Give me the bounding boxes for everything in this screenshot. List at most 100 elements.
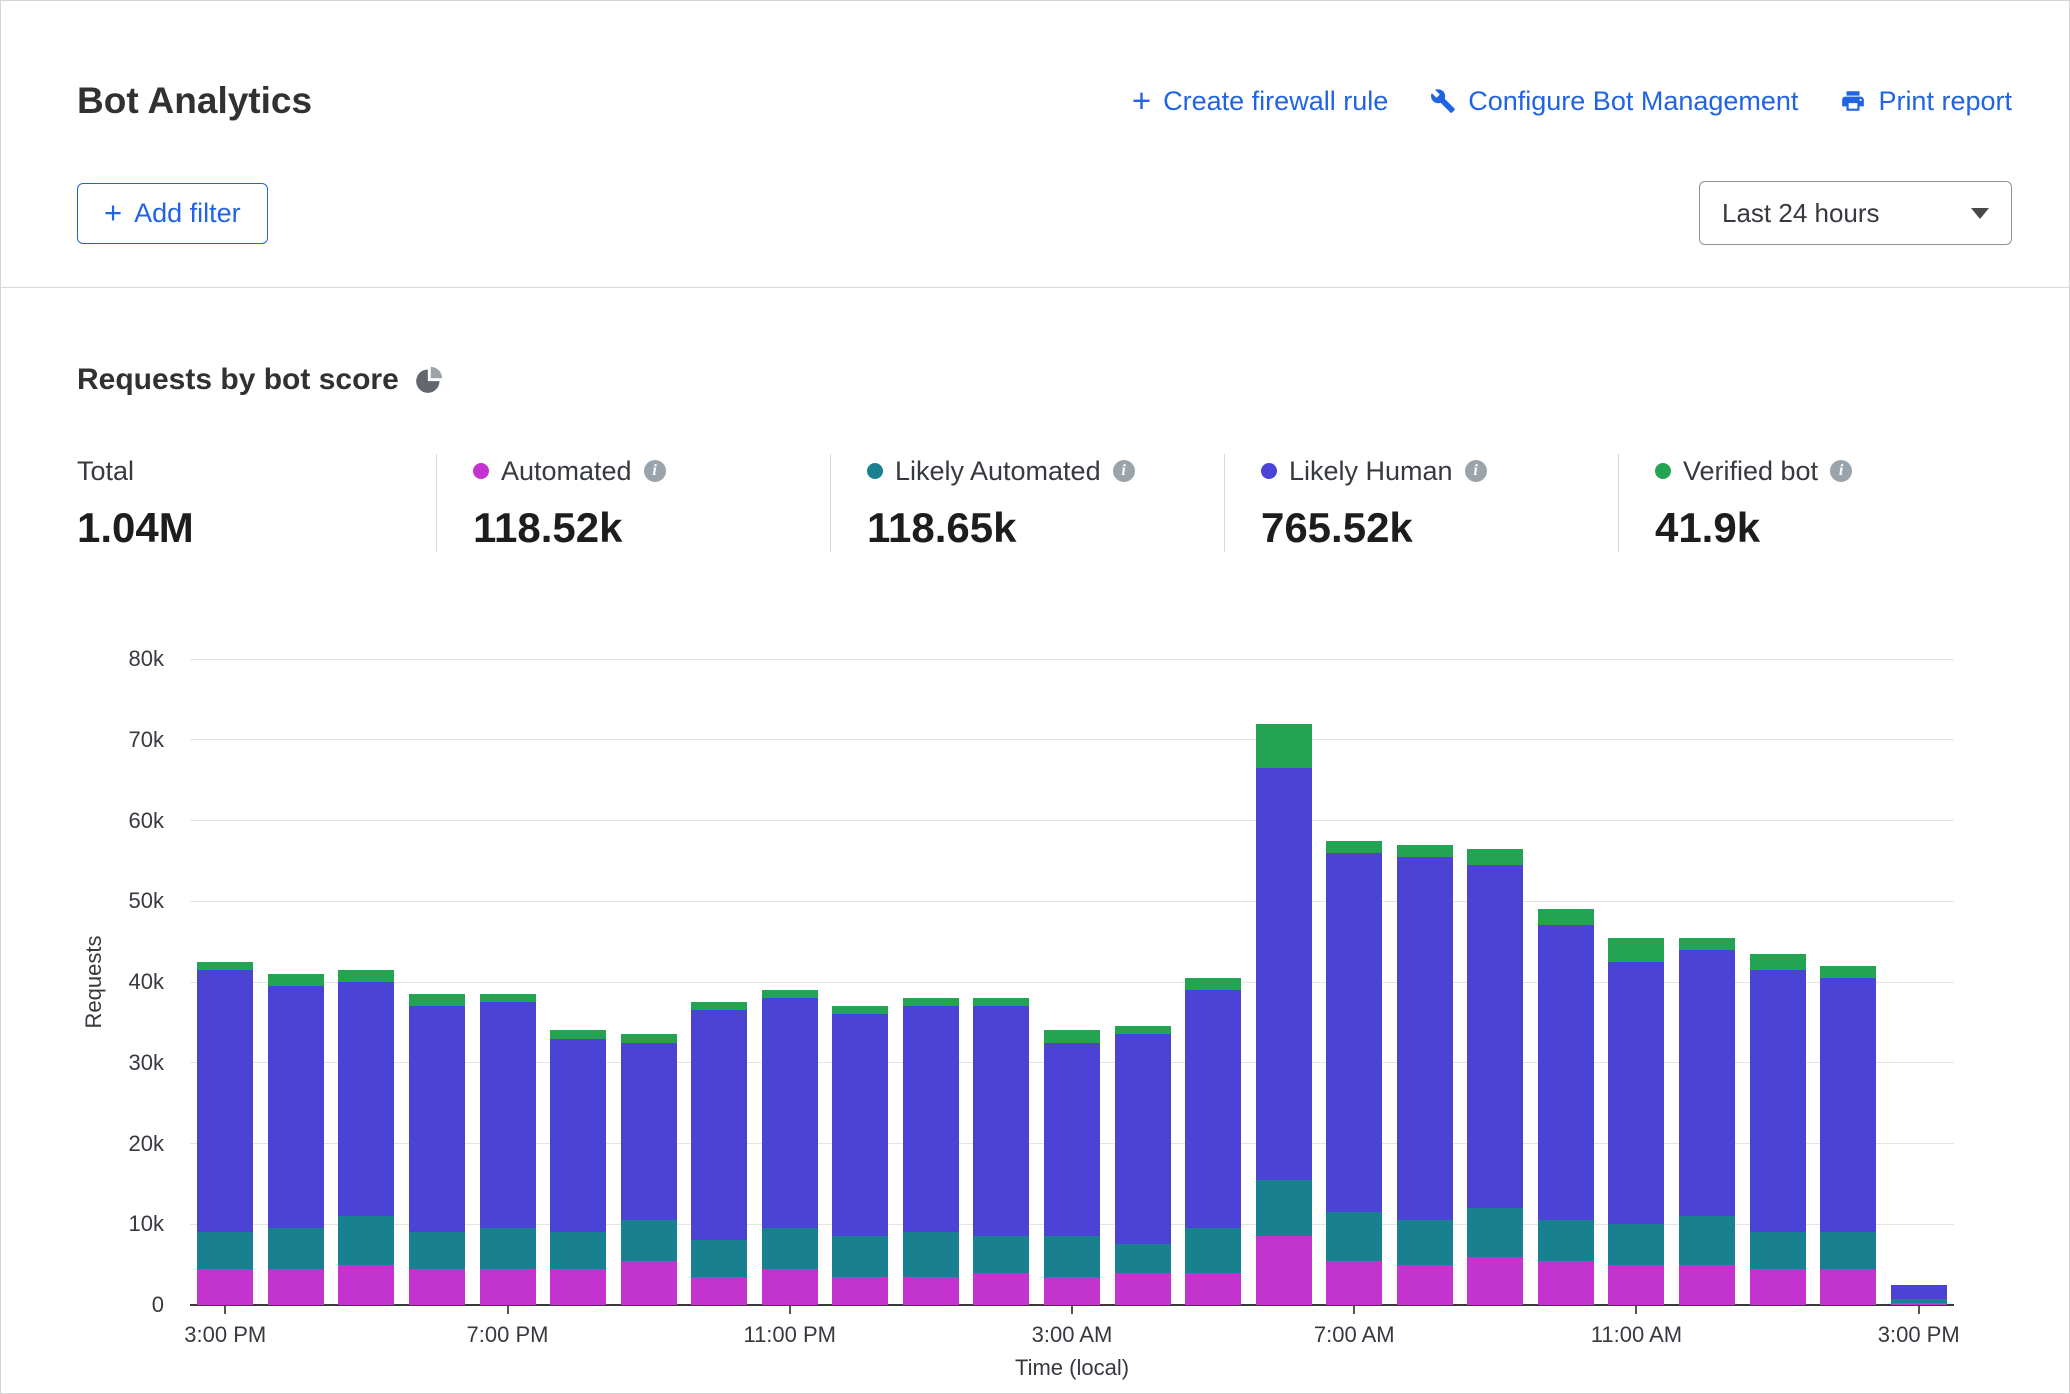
- bar[interactable]: [1397, 845, 1453, 1305]
- bar-segment-verified-bot: [832, 1006, 888, 1014]
- bar[interactable]: [973, 998, 1029, 1305]
- bar[interactable]: [480, 994, 536, 1305]
- action-label: Create firewall rule: [1163, 86, 1388, 117]
- bar[interactable]: [1538, 909, 1594, 1305]
- info-icon[interactable]: i: [1113, 460, 1135, 482]
- y-tick-label: 20k: [1, 1130, 164, 1158]
- bar[interactable]: [832, 1006, 888, 1305]
- bar-segment-likely-human: [1820, 978, 1876, 1232]
- x-tick-mark: [1635, 1306, 1637, 1314]
- bar-segment-likely-human: [1538, 925, 1594, 1220]
- stat-value: 118.65k: [867, 504, 1224, 552]
- header-divider: [1, 287, 2069, 288]
- bar-segment-likely-human: [268, 986, 324, 1228]
- bar-segment-verified-bot: [762, 990, 818, 998]
- bar-segment-likely-automated: [1326, 1212, 1382, 1260]
- bar-segment-automated: [1326, 1261, 1382, 1305]
- bar-segment-verified-bot: [480, 994, 536, 1002]
- stat-likely-human: Likely Human i 765.52k: [1224, 454, 1618, 552]
- bar[interactable]: [268, 974, 324, 1305]
- bar[interactable]: [1891, 1285, 1947, 1305]
- y-tick-label: 10k: [1, 1210, 164, 1238]
- bar-segment-verified-bot: [1044, 1030, 1100, 1042]
- bar[interactable]: [1115, 1026, 1171, 1305]
- gridline: [190, 739, 1954, 740]
- bar[interactable]: [1044, 1030, 1100, 1305]
- bar[interactable]: [762, 990, 818, 1305]
- bar-segment-likely-human: [973, 1006, 1029, 1236]
- stat-value: 765.52k: [1261, 504, 1618, 552]
- time-range-select[interactable]: Last 24 hours: [1699, 181, 2012, 245]
- bar-segment-verified-bot: [1608, 938, 1664, 962]
- info-icon[interactable]: i: [1465, 460, 1487, 482]
- bar-segment-likely-automated: [973, 1236, 1029, 1272]
- stat-label: Automated: [501, 456, 632, 487]
- bar-segment-automated: [1538, 1261, 1594, 1305]
- legend-dot: [473, 463, 489, 479]
- bar[interactable]: [409, 994, 465, 1305]
- printer-icon: [1840, 88, 1866, 114]
- bar-segment-likely-automated: [197, 1232, 253, 1268]
- bar-segment-verified-bot: [1467, 849, 1523, 865]
- bar-segment-likely-automated: [832, 1236, 888, 1276]
- x-tick-label: 11:00 AM: [1556, 1321, 1716, 1349]
- bar-segment-verified-bot: [1115, 1026, 1171, 1034]
- bar-segment-likely-human: [338, 982, 394, 1216]
- bar-segment-automated: [480, 1269, 536, 1305]
- header: Bot Analytics + Create firewall rule Con…: [1, 1, 2069, 245]
- bar[interactable]: [621, 1034, 677, 1305]
- bar[interactable]: [1185, 978, 1241, 1305]
- bar[interactable]: [1256, 724, 1312, 1305]
- bar-segment-verified-bot: [1256, 724, 1312, 768]
- configure-bot-management-link[interactable]: Configure Bot Management: [1430, 86, 1798, 117]
- bar[interactable]: [338, 970, 394, 1305]
- info-icon[interactable]: i: [1830, 460, 1852, 482]
- bar-segment-verified-bot: [1538, 909, 1594, 925]
- x-tick-label: 3:00 PM: [145, 1321, 305, 1349]
- bar[interactable]: [691, 1002, 747, 1305]
- bar-segment-likely-automated: [480, 1228, 536, 1268]
- bar-segment-likely-human: [1397, 857, 1453, 1220]
- header-filter-row: + Add filter Last 24 hours: [77, 181, 2012, 245]
- bar-segment-likely-automated: [1256, 1180, 1312, 1237]
- gridline: [190, 901, 1954, 902]
- bar[interactable]: [1679, 938, 1735, 1305]
- add-filter-button[interactable]: + Add filter: [77, 183, 268, 244]
- bar[interactable]: [1326, 841, 1382, 1305]
- info-icon[interactable]: i: [644, 460, 666, 482]
- stat-total: Total1.04M: [77, 454, 436, 552]
- bar-segment-verified-bot: [1397, 845, 1453, 857]
- bar-segment-automated: [1820, 1269, 1876, 1305]
- bar-segment-likely-automated: [1397, 1220, 1453, 1264]
- x-tick-label: 3:00 AM: [992, 1321, 1152, 1349]
- bar-segment-likely-human: [1256, 768, 1312, 1180]
- bar[interactable]: [197, 962, 253, 1305]
- bar-segment-likely-automated: [1467, 1208, 1523, 1256]
- print-report-link[interactable]: Print report: [1840, 86, 2012, 117]
- bar[interactable]: [550, 1030, 606, 1305]
- stat-label-row: Verified boti: [1655, 454, 2012, 488]
- bar-segment-likely-automated: [1115, 1244, 1171, 1272]
- stat-label: Likely Human: [1289, 456, 1453, 487]
- action-label: Configure Bot Management: [1468, 86, 1798, 117]
- bar[interactable]: [903, 998, 959, 1305]
- x-tick-mark: [507, 1306, 509, 1314]
- stat-label-row: Likely Human i: [1261, 454, 1618, 488]
- bar[interactable]: [1750, 954, 1806, 1305]
- create-firewall-rule-link[interactable]: + Create firewall rule: [1132, 86, 1388, 117]
- bot-analytics-page: Bot Analytics + Create firewall rule Con…: [0, 0, 2070, 1394]
- bar[interactable]: [1467, 849, 1523, 1305]
- bar-segment-likely-automated: [1538, 1220, 1594, 1260]
- stat-label-row: Automated i: [473, 454, 830, 488]
- x-tick-mark: [1918, 1306, 1920, 1314]
- bar-segment-likely-automated: [550, 1232, 606, 1268]
- bar[interactable]: [1608, 938, 1664, 1305]
- bar-segment-verified-bot: [1750, 954, 1806, 970]
- stat-likely-automated: Likely Automatedi118.65k: [830, 454, 1224, 552]
- bar-segment-automated: [1750, 1269, 1806, 1305]
- bar-segment-likely-human: [832, 1014, 888, 1236]
- bar-segment-automated: [1185, 1273, 1241, 1305]
- bar-segment-likely-human: [1185, 990, 1241, 1228]
- bar-segment-automated: [1679, 1265, 1735, 1305]
- bar[interactable]: [1820, 966, 1876, 1305]
